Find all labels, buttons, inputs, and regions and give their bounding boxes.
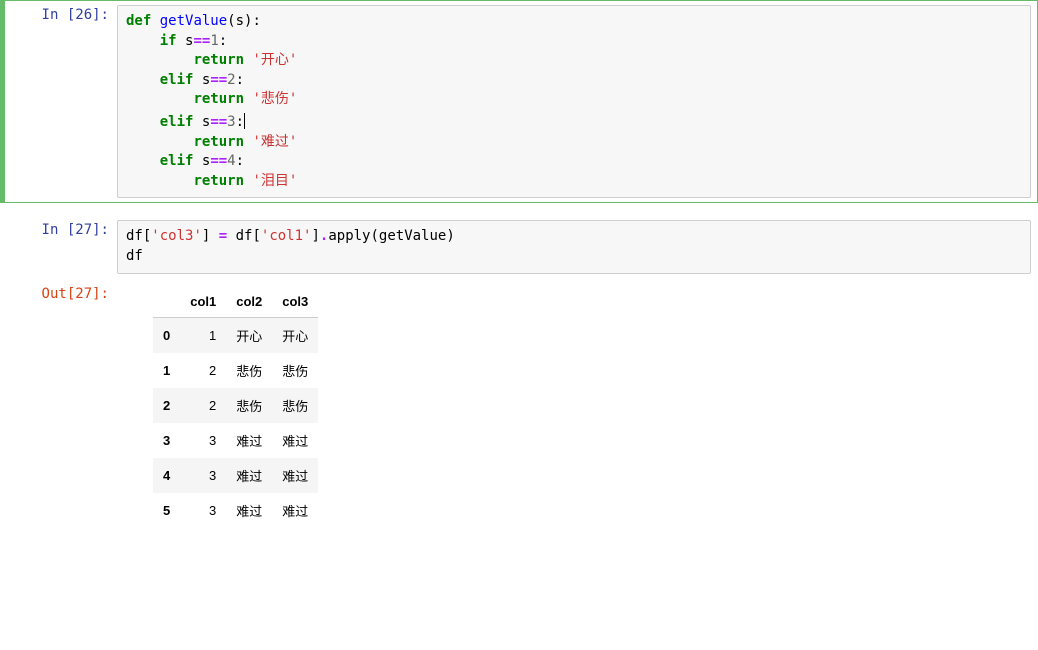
num-1: 1 — [210, 33, 218, 49]
cell-value: 2 — [180, 388, 226, 423]
paren-open: ( — [227, 13, 235, 29]
code-editor[interactable]: df['col3'] = df['col1'].apply(getValue) … — [117, 220, 1031, 273]
table-row: 22悲伤悲伤 — [153, 388, 318, 423]
row-index: 2 — [153, 388, 180, 423]
table-header-col3: col3 — [272, 286, 318, 318]
row-index: 0 — [153, 317, 180, 353]
colon: : — [236, 153, 244, 169]
input-prompt: In [27]: — [5, 216, 117, 277]
string-happy: '开心' — [252, 52, 297, 68]
code-cell-27[interactable]: In [27]: df['col3'] = df['col1'].apply(g… — [0, 215, 1038, 278]
string-col1: 'col1' — [261, 228, 312, 244]
table-row: 01开心开心 — [153, 317, 318, 353]
colon: : — [236, 114, 244, 130]
table-row: 53难过难过 — [153, 493, 318, 528]
code-text: df — [126, 248, 143, 264]
dataframe-table: col1 col2 col3 01开心开心12悲伤悲伤22悲伤悲伤33难过难过4… — [153, 286, 318, 528]
row-index: 5 — [153, 493, 180, 528]
table-header-row: col1 col2 col3 — [153, 286, 318, 318]
code-text: apply(getValue) — [328, 228, 454, 244]
keyword-elif: elif — [160, 153, 194, 169]
code-text: df[ — [227, 228, 261, 244]
cell-value: 2 — [180, 353, 226, 388]
num-2: 2 — [227, 72, 235, 88]
operator-assign: = — [219, 228, 227, 244]
table-row: 12悲伤悲伤 — [153, 353, 318, 388]
keyword-def: def — [126, 13, 151, 29]
prompt-in-label: In [27]: — [42, 222, 109, 238]
prompt-in-label: In [26]: — [42, 7, 109, 23]
keyword-return: return — [193, 91, 244, 107]
keyword-elif: elif — [160, 72, 194, 88]
cell-value: 1 — [180, 317, 226, 353]
cell-value: 3 — [180, 423, 226, 458]
output-area: col1 col2 col3 01开心开心12悲伤悲伤22悲伤悲伤33难过难过4… — [117, 280, 1037, 534]
cell-value: 悲伤 — [272, 353, 318, 388]
string-col3: 'col3' — [151, 228, 202, 244]
string-upset: '难过' — [252, 134, 297, 150]
operator-eq: == — [210, 153, 227, 169]
code-text: ] — [311, 228, 319, 244]
colon: : — [236, 72, 244, 88]
table-header-col1: col1 — [180, 286, 226, 318]
output-prompt: Out[27]: — [5, 280, 117, 534]
operator-eq: == — [193, 33, 210, 49]
table-row: 43难过难过 — [153, 458, 318, 493]
keyword-return: return — [193, 134, 244, 150]
function-name: getValue — [160, 13, 227, 29]
cell-value: 难过 — [272, 423, 318, 458]
table-header-index — [153, 286, 180, 318]
string-sad: '悲伤' — [252, 91, 297, 107]
cell-value: 3 — [180, 493, 226, 528]
cell-value: 难过 — [272, 458, 318, 493]
code-text: df[ — [126, 228, 151, 244]
num-3: 3 — [227, 114, 235, 130]
keyword-if: if — [160, 33, 177, 49]
num-4: 4 — [227, 153, 235, 169]
prompt-out-label: Out[27]: — [42, 286, 109, 302]
table-header-col2: col2 — [226, 286, 272, 318]
text-cursor — [244, 113, 245, 129]
cell-value: 悲伤 — [226, 353, 272, 388]
cell-value: 悲伤 — [272, 388, 318, 423]
table-row: 33难过难过 — [153, 423, 318, 458]
output-cell-27: Out[27]: col1 col2 col3 01开心开心12悲伤悲伤22悲伤… — [0, 279, 1038, 535]
cell-value: 难过 — [226, 458, 272, 493]
cell-value: 难过 — [272, 493, 318, 528]
keyword-return: return — [193, 52, 244, 68]
row-index: 4 — [153, 458, 180, 493]
keyword-elif: elif — [160, 114, 194, 130]
cell-value: 难过 — [226, 423, 272, 458]
cell-value: 3 — [180, 458, 226, 493]
row-index: 3 — [153, 423, 180, 458]
cell-value: 悲伤 — [226, 388, 272, 423]
operator-eq: == — [210, 114, 227, 130]
cell-value: 开心 — [226, 317, 272, 353]
operator-eq: == — [210, 72, 227, 88]
keyword-return: return — [193, 173, 244, 189]
input-prompt: In [26]: — [5, 1, 117, 202]
cell-value: 难过 — [226, 493, 272, 528]
code-cell-26[interactable]: In [26]: def getValue(s): if s==1: retur… — [0, 0, 1038, 203]
arg-s: s — [236, 13, 244, 29]
cell-value: 开心 — [272, 317, 318, 353]
code-text: ] — [202, 228, 219, 244]
colon: : — [219, 33, 227, 49]
string-tears: '泪目' — [252, 173, 297, 189]
colon: : — [252, 13, 260, 29]
row-index: 1 — [153, 353, 180, 388]
code-editor[interactable]: def getValue(s): if s==1: return '开心' el… — [117, 5, 1031, 198]
